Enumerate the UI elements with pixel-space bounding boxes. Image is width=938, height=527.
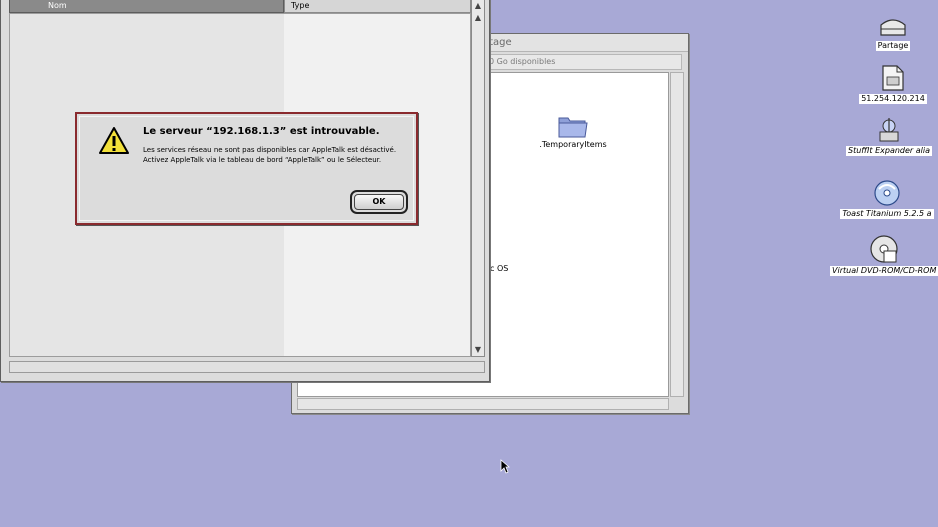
scroll-up-arrow-icon[interactable]: ▲ xyxy=(472,12,484,24)
desktop-icon-partage[interactable]: Partage xyxy=(872,17,914,51)
virtual-dvd-icon xyxy=(870,235,898,263)
alert-message: Les services réseau ne sont pas disponib… xyxy=(143,146,397,164)
alert-dialog: Le serveur “192.168.1.3” est introuvable… xyxy=(75,112,418,225)
desktop-icon-label: Virtual DVD-ROM/CD-ROM xyxy=(830,266,938,276)
ok-button-label: OK xyxy=(354,194,404,210)
desktop-icon-label: 51.254.120.214 xyxy=(859,94,927,104)
scroll-up-arrow-icon[interactable]: ▲ xyxy=(472,0,484,12)
stuffit-expander-icon xyxy=(879,118,899,142)
desktop-icon-virtual-dvd[interactable]: Virtual DVD-ROM/CD-ROM xyxy=(830,234,938,276)
back-vertical-scrollbar[interactable] xyxy=(670,72,684,397)
front-vertical-scrollbar[interactable]: ▲ ▲ ▼ xyxy=(471,0,485,357)
warning-icon xyxy=(99,127,129,154)
column-header-type[interactable]: Type xyxy=(284,0,471,13)
desktop-icon-toast[interactable]: Toast Titanium 5.2.5 a xyxy=(836,179,938,219)
desktop-icon-label: Toast Titanium 5.2.5 a xyxy=(840,209,934,219)
scroll-down-arrow-icon[interactable]: ▼ xyxy=(472,344,484,356)
column-headers: Nom Type xyxy=(9,0,471,13)
disk-space-info: 0 Go disponibles xyxy=(489,57,556,66)
back-horizontal-scrollbar[interactable] xyxy=(297,398,669,410)
desktop-icon-server[interactable]: 51.254.120.214 xyxy=(852,64,934,104)
desktop-icon-label: StuffIt Expander alia xyxy=(845,146,933,156)
folder-label: .TemporaryItems xyxy=(539,140,607,149)
folder-icon xyxy=(558,117,588,138)
desktop-icon-stuffit[interactable]: StuffIt Expander alia xyxy=(840,116,938,156)
folder-temporary-items[interactable]: .TemporaryItems xyxy=(528,113,618,149)
alert-title: Le serveur “192.168.1.3” est introuvable… xyxy=(143,126,380,137)
column-header-nom[interactable]: Nom xyxy=(9,0,284,13)
toast-titanium-icon xyxy=(874,180,900,206)
ok-button[interactable]: OK xyxy=(350,190,408,214)
desktop-icon-label: Partage xyxy=(875,41,911,51)
front-horizontal-scrollbar[interactable] xyxy=(9,361,485,373)
shared-volume-icon xyxy=(880,19,906,36)
ftp-server-icon xyxy=(882,65,904,91)
mouse-pointer-icon xyxy=(500,459,510,474)
partial-item-label: c OS xyxy=(490,264,509,273)
